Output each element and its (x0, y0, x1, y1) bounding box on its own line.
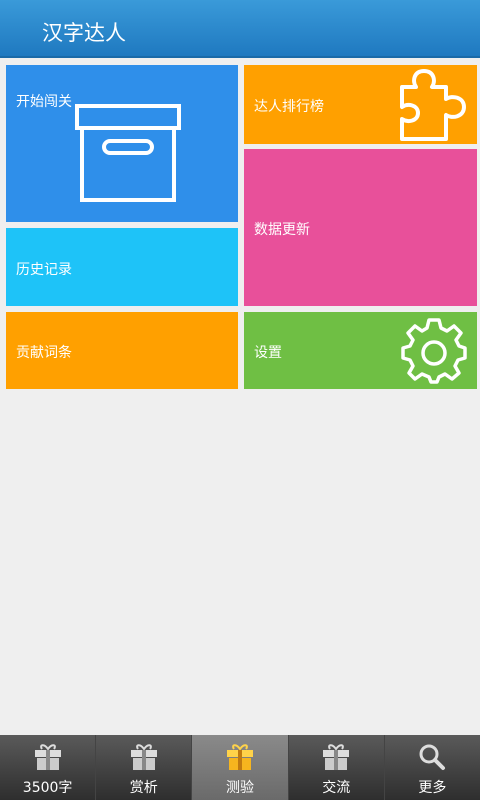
contribute-entry-tile[interactable]: 贡献词条 (6, 312, 238, 389)
gear-icon (401, 318, 467, 384)
tab-label: 测验 (226, 780, 254, 796)
tab-label: 更多 (418, 780, 447, 796)
tab-appreciation[interactable]: 赏析 (96, 735, 193, 800)
data-update-label: 数据更新 (254, 222, 310, 238)
search-icon (419, 744, 446, 770)
app-title: 汉字达人 (42, 21, 126, 45)
tab-3500-chars[interactable]: 3500字 (0, 735, 97, 800)
start-level-tile[interactable]: 开始闯关 (6, 65, 238, 222)
tab-label: 赏析 (129, 780, 158, 796)
data-update-tile[interactable]: 数据更新 (244, 149, 477, 306)
tab-label: 3500字 (22, 780, 73, 796)
bottom-navigation: 3500字 赏析 测验 交流 更多 (0, 735, 480, 800)
gift-icon (227, 744, 253, 770)
contribute-entry-label: 贡献词条 (16, 345, 72, 361)
puzzle-icon (400, 69, 466, 141)
leaderboard-tile[interactable]: 达人排行榜 (244, 65, 477, 144)
tab-quiz[interactable]: 测验 (192, 735, 289, 800)
box-icon (75, 104, 181, 202)
tab-label: 交流 (322, 780, 351, 796)
tab-exchange[interactable]: 交流 (289, 735, 385, 800)
history-tile[interactable]: 历史记录 (6, 228, 238, 306)
settings-label: 设置 (254, 345, 282, 361)
leaderboard-label: 达人排行榜 (254, 99, 324, 115)
tab-more[interactable]: 更多 (385, 735, 480, 800)
gift-icon (130, 744, 157, 770)
app-header: 汉字达人 (0, 0, 480, 58)
gift-icon (34, 744, 61, 770)
gift-icon (323, 744, 350, 770)
start-level-label: 开始闯关 (16, 94, 72, 110)
settings-tile[interactable]: 设置 (244, 312, 477, 389)
history-label: 历史记录 (16, 262, 72, 278)
